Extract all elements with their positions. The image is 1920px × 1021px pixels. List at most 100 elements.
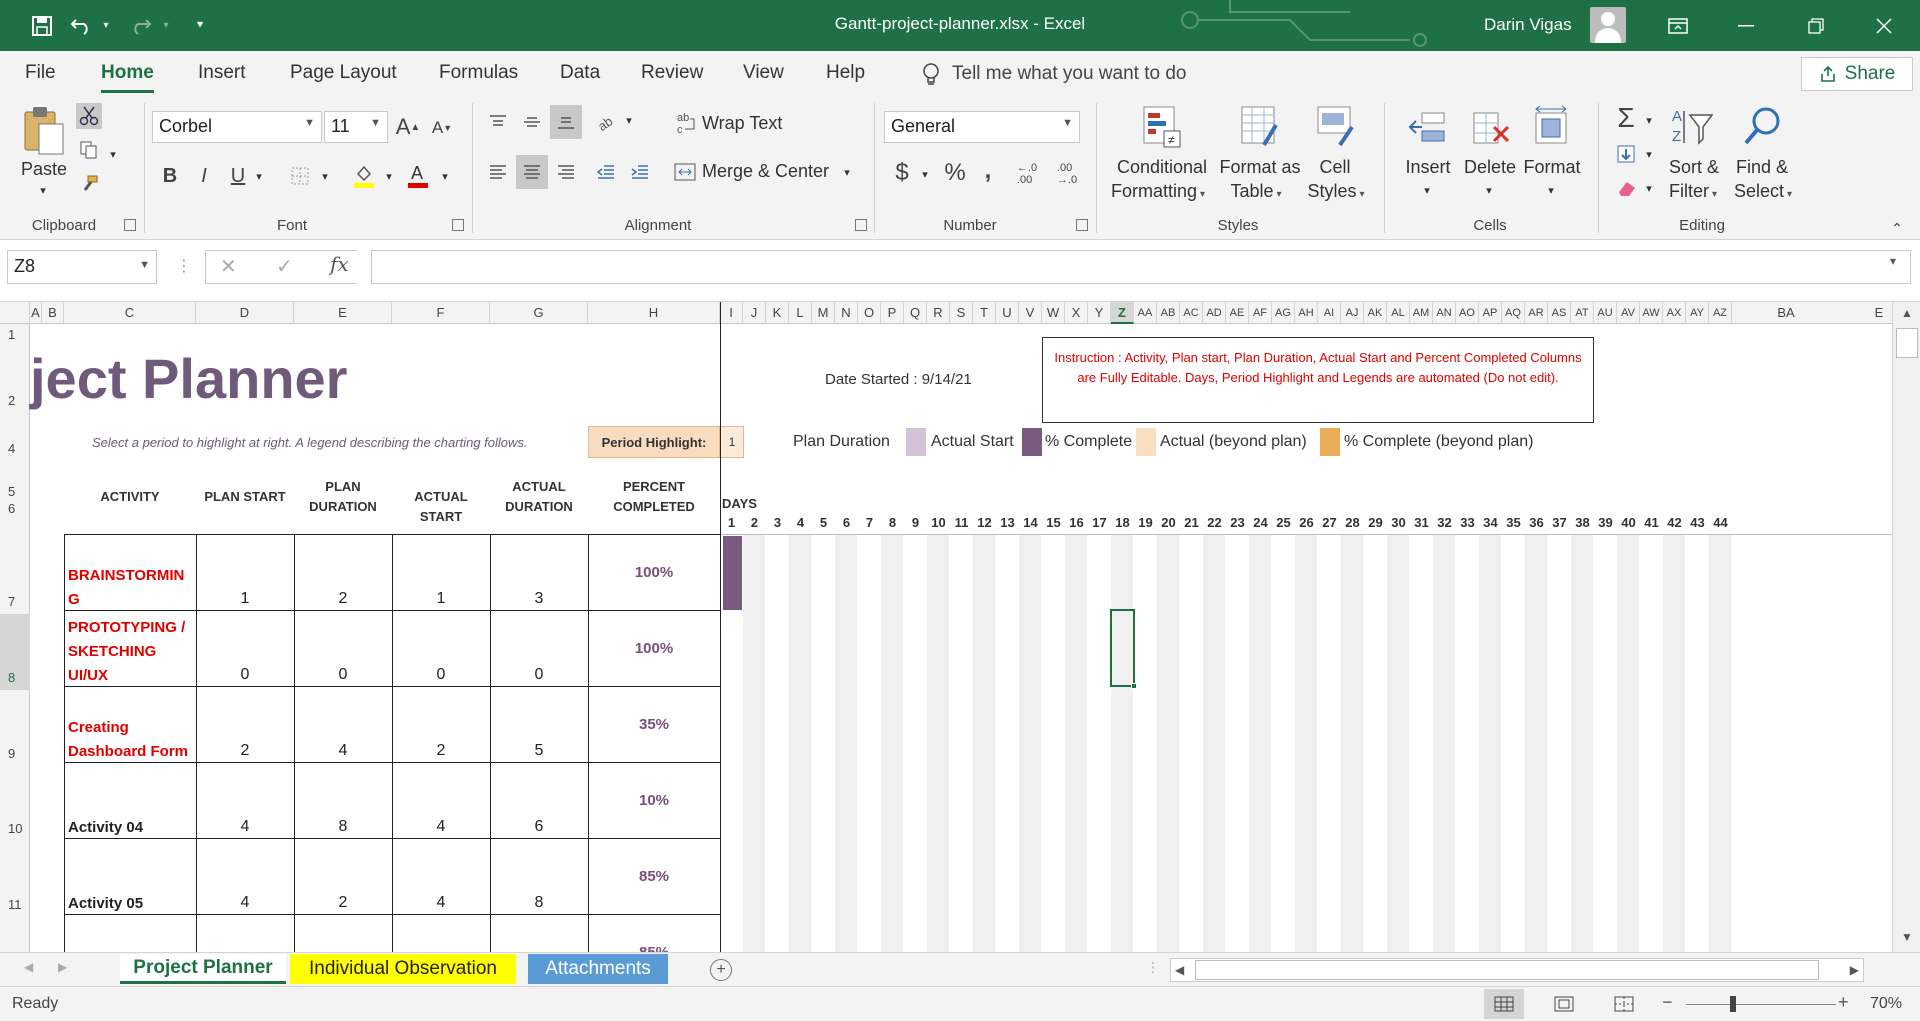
day-number[interactable]: 39 <box>1594 515 1617 530</box>
percent-cell[interactable]: 85% <box>589 868 719 885</box>
header-days[interactable]: DAYS <box>722 494 757 514</box>
plan-start-cell[interactable]: 0 <box>197 666 293 684</box>
percent-cell[interactable]: 35% <box>589 716 719 733</box>
customize-toolbar-icon[interactable]: ⯆ <box>190 0 210 51</box>
day-number[interactable]: 15 <box>1042 515 1065 530</box>
format-cells-button[interactable]: Format <box>1518 155 1586 179</box>
bold-button[interactable]: B <box>156 161 184 191</box>
col-header-ba[interactable]: BA <box>1706 302 1866 324</box>
cell-styles-line2[interactable]: Styles <box>1307 181 1356 201</box>
col-header-ag[interactable]: AG <box>1272 302 1295 324</box>
save-icon[interactable] <box>22 0 62 51</box>
normal-view-icon[interactable] <box>1484 989 1524 1019</box>
col-header-n[interactable]: N <box>835 302 858 324</box>
col-header-ah[interactable]: AH <box>1295 302 1318 324</box>
cancel-icon[interactable]: ✕ <box>220 254 237 279</box>
align-center-icon[interactable] <box>516 155 548 189</box>
name-box[interactable]: Z8 ▼ <box>7 250 157 284</box>
actual-duration-cell[interactable]: 3 <box>491 590 587 608</box>
sheet-subtitle[interactable]: Select a period to highlight at right. A… <box>92 435 528 450</box>
day-number[interactable]: 32 <box>1433 515 1456 530</box>
bottom-align-icon[interactable] <box>550 105 582 139</box>
merge-center-icon[interactable] <box>672 159 698 185</box>
scroll-down-icon[interactable]: ▼ <box>1897 930 1917 948</box>
conditional-formatting-icon[interactable]: ≠ <box>1140 103 1184 151</box>
plan-start-cell[interactable]: 1 <box>197 590 293 608</box>
page-layout-view-icon[interactable] <box>1546 989 1582 1019</box>
activity-name[interactable]: Activity 04 <box>68 816 143 840</box>
merge-dropdown-icon[interactable]: ▾ <box>840 161 854 185</box>
day-number[interactable]: 11 <box>950 515 973 530</box>
paste-label[interactable]: Paste <box>14 157 74 181</box>
underline-button[interactable]: U <box>224 161 252 191</box>
fill-dropdown-icon[interactable]: ▾ <box>1642 143 1656 167</box>
plan-duration-cell[interactable]: 0 <box>295 666 391 684</box>
activity-name[interactable]: PROTOTYPING / SKETCHING UI/UX <box>68 616 185 688</box>
actual-start-cell[interactable]: 1 <box>393 590 489 608</box>
col-header-h[interactable]: H <box>588 302 720 324</box>
tab-view[interactable]: View <box>743 62 784 84</box>
day-number[interactable]: 6 <box>835 515 858 530</box>
ribbon-display-options-icon[interactable] <box>1648 0 1708 51</box>
header-plan-start[interactable]: PLAN START <box>196 487 294 507</box>
middle-align-icon[interactable] <box>518 107 546 137</box>
font-color-dropdown-icon[interactable]: ▾ <box>438 165 452 189</box>
instruction-box[interactable]: Instruction : Activity, Plan start, Plan… <box>1042 337 1594 423</box>
day-number[interactable]: 27 <box>1318 515 1341 530</box>
find-select-line1[interactable]: Find & <box>1728 155 1796 179</box>
col-header-ad[interactable]: AD <box>1203 302 1226 324</box>
day-number[interactable]: 26 <box>1295 515 1318 530</box>
day-number[interactable]: 7 <box>858 515 881 530</box>
decrease-font-icon[interactable]: A ▼ <box>428 113 456 143</box>
col-header-au[interactable]: AU <box>1594 302 1617 324</box>
col-header-ab[interactable]: AB <box>1157 302 1180 324</box>
redo-dropdown-icon[interactable]: ▾ <box>158 0 174 51</box>
clipboard-launcher-icon[interactable] <box>124 219 136 231</box>
col-header-p[interactable]: P <box>881 302 904 324</box>
italic-button[interactable]: I <box>190 161 218 191</box>
horizontal-scroll-thumb[interactable] <box>1195 960 1819 980</box>
redo-icon[interactable] <box>126 0 156 51</box>
actual-start-cell[interactable]: 0 <box>393 666 489 684</box>
expand-formula-bar-icon[interactable]: ▾ <box>1890 254 1896 268</box>
plan-duration-cell[interactable]: 8 <box>295 818 391 836</box>
tell-me-search[interactable]: Tell me what you want to do <box>922 62 1186 86</box>
tab-file[interactable]: File <box>25 62 56 84</box>
day-number[interactable]: 16 <box>1065 515 1088 530</box>
zoom-out-icon[interactable]: − <box>1662 992 1673 1013</box>
more-options-icon[interactable]: ⋮ <box>176 256 192 276</box>
zoom-in-icon[interactable]: + <box>1838 992 1849 1013</box>
day-number[interactable]: 36 <box>1525 515 1548 530</box>
col-header-l[interactable]: L <box>789 302 812 324</box>
clear-icon[interactable] <box>1612 173 1640 203</box>
row-header-4[interactable]: 4 <box>0 441 30 456</box>
next-sheet-icon[interactable]: ▶ <box>58 960 67 974</box>
activity-name[interactable]: Creating Dashboard Form <box>68 716 188 764</box>
day-number[interactable]: 3 <box>766 515 789 530</box>
share-button[interactable]: Share <box>1801 57 1913 91</box>
insert-cells-button[interactable]: Insert <box>1396 155 1460 179</box>
top-align-icon[interactable] <box>484 107 512 137</box>
col-header-aa[interactable]: AA <box>1134 302 1157 324</box>
col-header-i[interactable]: I <box>720 302 743 324</box>
sheet-tab-project-planner[interactable]: Project Planner <box>120 954 286 984</box>
day-number[interactable]: 24 <box>1249 515 1272 530</box>
align-left-icon[interactable] <box>484 157 512 187</box>
row-header-1[interactable]: 1 <box>0 327 30 342</box>
col-header-c[interactable]: C <box>64 302 196 324</box>
col-header-at[interactable]: AT <box>1571 302 1594 324</box>
fill-color-dropdown-icon[interactable]: ▾ <box>382 165 396 189</box>
worksheet-grid[interactable]: A B C D E F G H I J K L M N O P Q R S T U V W X Y Z AA AB AC… <box>0 302 1892 952</box>
row-header-5[interactable]: 5 <box>0 484 30 499</box>
conditional-formatting-line2[interactable]: Formatting <box>1111 181 1197 201</box>
collapse-ribbon-icon[interactable]: ⌃ <box>1886 219 1908 237</box>
day-number[interactable]: 21 <box>1180 515 1203 530</box>
day-number[interactable]: 34 <box>1479 515 1502 530</box>
delete-cells-button[interactable]: Delete <box>1458 155 1522 179</box>
day-number[interactable]: 41 <box>1640 515 1663 530</box>
col-header-b[interactable]: B <box>42 302 64 324</box>
day-number[interactable]: 14 <box>1019 515 1042 530</box>
select-all-corner[interactable] <box>0 302 30 324</box>
plan-start-cell[interactable]: 4 <box>197 818 293 836</box>
currency-dropdown-icon[interactable]: ▾ <box>918 163 932 187</box>
